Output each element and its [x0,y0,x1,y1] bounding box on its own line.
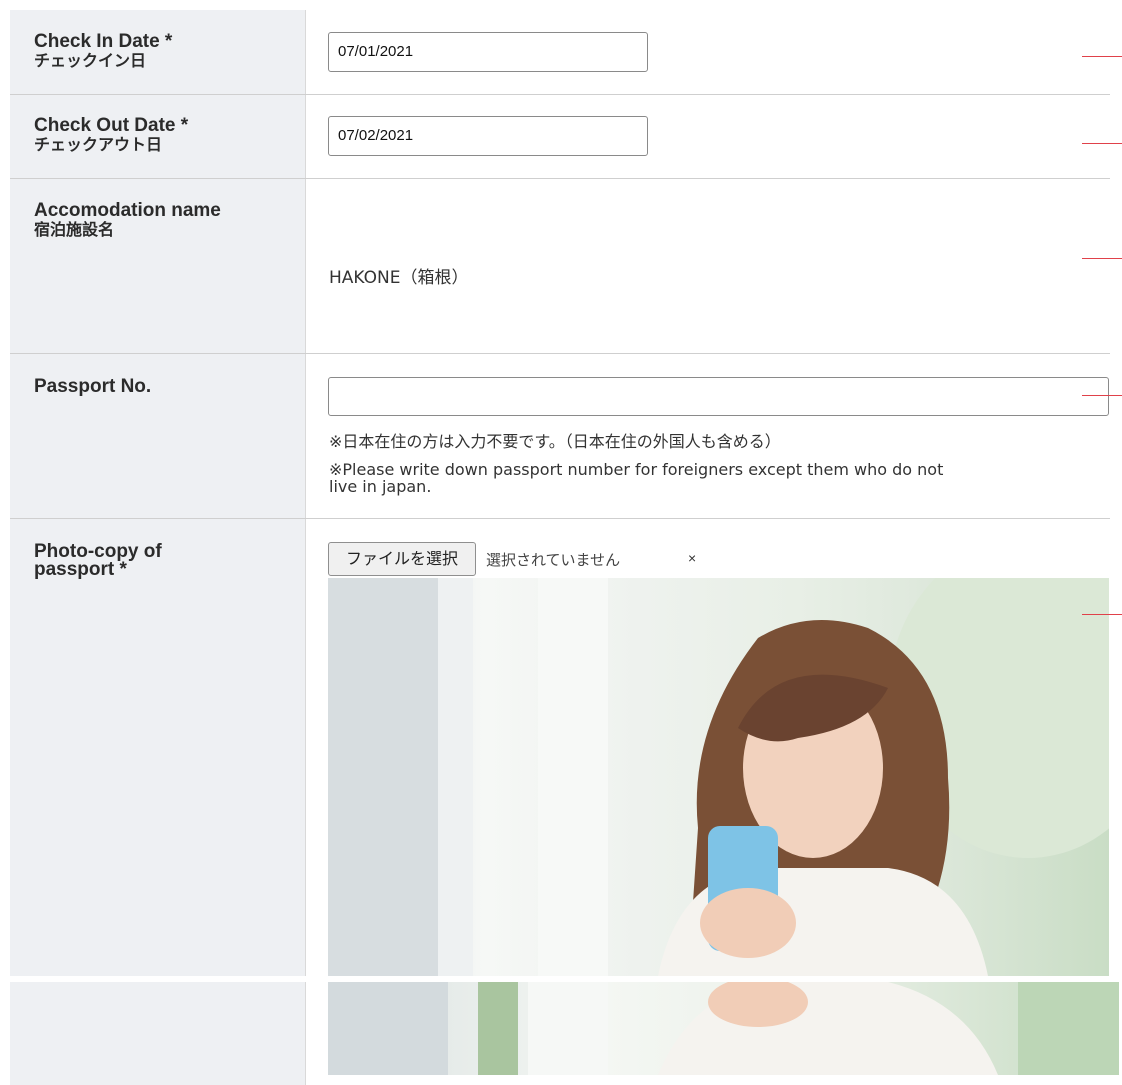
uploaded-photo-preview [328,578,1109,976]
passport-number-label-cell: Passport No. [10,354,306,518]
passport-photo-label-line2: passport * [34,559,127,580]
passport-note-en-line2: live in japan. [329,477,432,496]
passport-photo-label-cell: Photo-copy of passport * [10,519,306,976]
passport-number-label: Passport No. [34,376,152,397]
passport-note-en-line1: ※Please write down passport number for f… [329,460,944,479]
required-marker [1082,143,1122,144]
required-marker [1082,395,1122,396]
accommodation-label-cell: Accomodation name 宿泊施設名 [10,179,306,353]
check-in-label-jp: チェックイン日 [34,51,147,70]
passport-photo-label-cell-continued [10,982,306,1085]
passport-note-jp: ※日本在住の方は入力不要です。（日本在住の外国人も含める） [329,432,781,451]
check-in-label: Check In Date * [34,31,173,52]
required-marker [1082,56,1122,57]
photo-illustration-continued [328,982,1119,1075]
required-marker [1082,258,1122,259]
no-file-selected-text: 選択されていません [486,551,621,569]
check-out-date-input[interactable]: 07/02/2021 [328,116,648,156]
accommodation-name-value: HAKONE（箱根） [329,268,469,288]
photo-illustration [328,578,1109,976]
accommodation-label-jp: 宿泊施設名 [34,220,115,239]
check-in-date-input[interactable]: 07/01/2021 [328,32,648,72]
passport-number-input[interactable] [328,377,1109,416]
accommodation-row: Accomodation name 宿泊施設名 [10,179,1110,354]
uploaded-photo-preview-continued [328,982,1119,1075]
check-in-label-cell: Check In Date * チェックイン日 [10,10,306,94]
check-out-label-cell: Check Out Date * チェックアウト日 [10,95,306,178]
choose-file-button[interactable]: ファイルを選択 [328,542,476,576]
accommodation-label: Accomodation name [34,200,221,221]
required-marker [1082,614,1122,615]
check-out-label-jp: チェックアウト日 [34,135,163,154]
check-out-label: Check Out Date * [34,115,189,136]
clear-file-icon[interactable]: × [688,550,696,566]
